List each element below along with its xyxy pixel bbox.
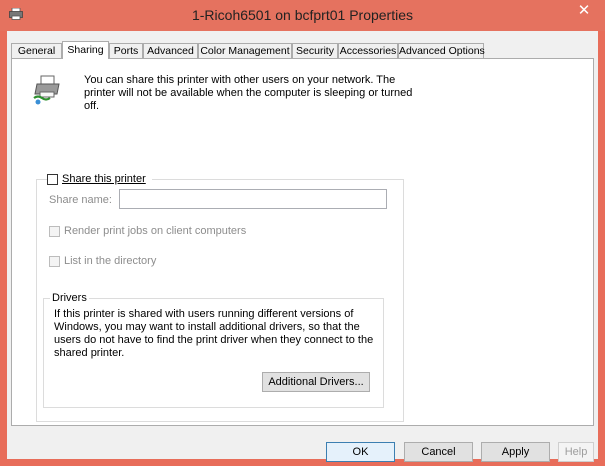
tab-sharing[interactable]: Sharing bbox=[62, 41, 109, 59]
list-directory-row[interactable]: List in the directory bbox=[49, 255, 156, 267]
render-jobs-label: Render print jobs on client computers bbox=[64, 225, 247, 237]
drivers-title: Drivers bbox=[50, 292, 89, 304]
ok-button[interactable]: OK bbox=[326, 442, 395, 462]
share-name-label: Share name: bbox=[49, 194, 112, 206]
help-button[interactable]: Help bbox=[558, 442, 594, 462]
cancel-button[interactable]: Cancel bbox=[404, 442, 473, 462]
tab-color-management[interactable]: Color Management bbox=[198, 43, 292, 58]
tab-advanced[interactable]: Advanced bbox=[143, 43, 198, 58]
list-directory-label: List in the directory bbox=[64, 255, 157, 267]
title-bar[interactable]: 1-Ricoh6501 on bcfprt01 Properties ✕ bbox=[0, 0, 605, 31]
share-name-input[interactable] bbox=[119, 189, 387, 209]
sharing-tab-panel: You can share this printer with other us… bbox=[11, 58, 594, 426]
apply-button[interactable]: Apply bbox=[481, 442, 550, 462]
tab-security[interactable]: Security bbox=[292, 43, 338, 58]
render-jobs-checkbox[interactable] bbox=[49, 225, 60, 237]
share-printer-row[interactable]: Share this printer bbox=[47, 172, 152, 186]
close-button[interactable]: ✕ bbox=[570, 2, 598, 20]
list-directory-checkbox[interactable] bbox=[49, 255, 60, 267]
drivers-description: If this printer is shared with users run… bbox=[54, 308, 374, 359]
tab-general[interactable]: General bbox=[11, 43, 62, 58]
shared-printer-icon bbox=[33, 75, 60, 105]
sharing-intro-text: You can share this printer with other us… bbox=[84, 74, 413, 112]
additional-drivers-button[interactable]: Additional Drivers... bbox=[262, 372, 370, 392]
share-printer-checkbox[interactable] bbox=[47, 173, 58, 185]
render-jobs-row[interactable]: Render print jobs on client computers bbox=[49, 225, 246, 237]
share-printer-label[interactable]: Share this printer bbox=[62, 173, 146, 185]
tab-advanced-options[interactable]: Advanced Options bbox=[398, 43, 485, 58]
tab-accessories[interactable]: Accessories bbox=[338, 43, 398, 58]
window-title: 1-Ricoh6501 on bcfprt01 Properties bbox=[191, 7, 414, 23]
dialog-client-area: General Sharing Ports Advanced Color Man… bbox=[7, 31, 598, 462]
close-icon: ✕ bbox=[577, 2, 591, 19]
tab-ports[interactable]: Ports bbox=[109, 43, 143, 58]
